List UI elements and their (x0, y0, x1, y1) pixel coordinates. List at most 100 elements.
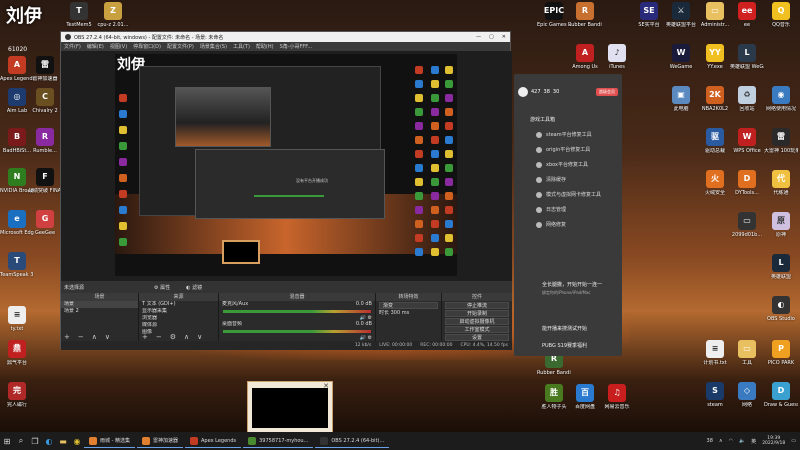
desktop-shortcut[interactable]: D DYTools... (730, 170, 764, 196)
obs-window[interactable]: OBS 27.2.4 (64-bit, windows) - 配置文件: 未命名… (60, 31, 512, 350)
toolbox-note[interactable]: 全长腿撒，开始开始一连一 绑定你的iPhone/iPad/Mac (542, 282, 602, 296)
desktop-shortcut[interactable]: A Among Us (568, 44, 602, 70)
desktop-shortcut[interactable]: 代代练通 (764, 170, 798, 196)
move-up-icon[interactable]: ∧ (92, 333, 97, 341)
toolbox-item[interactable]: xbox平台修复工具 (514, 157, 622, 172)
desktop-shortcut[interactable]: SE SE实平台 (632, 2, 666, 28)
desktop-shortcut[interactable]: F 战绩突破 FINAL BETA (28, 168, 62, 194)
desktop-shortcut[interactable]: 雷雷神加速器 (28, 56, 62, 82)
desktop-shortcut[interactable]: 百百度网盘 (568, 384, 602, 410)
desktop-shortcut[interactable]: ▣ 此电脑 (664, 86, 698, 112)
menu-item[interactable]: 场景集合(S) (200, 43, 227, 50)
menu-item[interactable]: 文件(F) (64, 43, 81, 50)
network-icon[interactable]: ◠ (729, 438, 733, 444)
menu-item[interactable]: 视图(V) (110, 43, 127, 50)
menu-item[interactable]: S角-小哥FFF... (280, 43, 313, 50)
menu-item[interactable]: 停靠窗口(D) (133, 43, 161, 50)
toolbox-promo-2[interactable]: PUBG S19赛季福利 (542, 342, 587, 349)
control-button[interactable]: 开始录制 (445, 310, 509, 317)
transition-select[interactable]: 渐变 (379, 302, 438, 309)
desktop-shortcut[interactable]: ♪ iTunes (600, 44, 634, 70)
obs-titlebar[interactable]: OBS 27.2.4 (64-bit, windows) - 配置文件: 未命名… (61, 32, 510, 42)
chevron-up-icon[interactable]: ∧ (719, 438, 723, 444)
list-item[interactable]: 媒体源 (139, 322, 218, 329)
transition-duration[interactable]: 时长 300 ms (376, 310, 441, 317)
desktop-shortcut[interactable]: Zcpu-z 2.01... (96, 2, 130, 28)
desktop-shortcut[interactable]: ⚔ 英雄联盟平台 (664, 2, 698, 28)
menu-item[interactable]: 工具(T) (233, 43, 250, 50)
desktop-shortcut[interactable]: R Rubber Bandits... (568, 2, 602, 28)
add-icon[interactable]: + (142, 333, 148, 341)
minimize-icon[interactable]: — (476, 34, 481, 40)
desktop-shortcut[interactable]: ♫ 网易云音乐 (600, 384, 634, 410)
obs-preview[interactable]: 刘伊 没有平台开播成功 (61, 51, 512, 281)
desktop-shortcut[interactable]: Ssteam (698, 382, 732, 408)
properties-button[interactable]: ⚙ 属性 (154, 284, 170, 291)
taskbar-app[interactable]: OBS 27.2.4 (64-bit)... (315, 434, 390, 448)
desktop-shortcut[interactable]: 胜胜人物子头 (537, 384, 571, 410)
folder-icon[interactable]: ▬ (56, 434, 70, 448)
menu-item[interactable]: 配置文件(P) (167, 43, 194, 50)
desktop-shortcut[interactable]: G GeeGee (28, 210, 62, 236)
desktop-shortcut[interactable]: ◐ OBS Studio (764, 296, 798, 322)
taskbar-app[interactable]: Apex Legends (185, 434, 242, 448)
desktop-shortcut[interactable]: EPIC Epic Games Launcher (537, 2, 571, 28)
list-item[interactable]: 场景 (61, 301, 138, 308)
desktop-shortcut[interactable]: L 英雄联盟 WeGame版 (730, 44, 764, 70)
windows-start-icon[interactable]: ⊞ (0, 434, 14, 448)
clock[interactable]: 19:39 2022/9/18 (762, 436, 785, 446)
edge-icon[interactable]: ◐ (42, 434, 56, 448)
move-up-icon[interactable]: ∧ (184, 333, 189, 341)
desktop-shortcut[interactable]: ▭ Administr... (698, 2, 732, 28)
toolbox-item[interactable]: steam平台修复工具 (514, 127, 622, 142)
tray-count[interactable]: 38 (707, 438, 713, 444)
desktop-shortcut[interactable]: ♻ 回收站 (730, 86, 764, 112)
menu-item[interactable]: 编辑(E) (87, 43, 104, 50)
taskbar-app[interactable]: 39758717-myhou... (243, 434, 314, 448)
move-down-icon[interactable]: ∨ (105, 333, 110, 341)
add-icon[interactable]: + (64, 333, 70, 341)
filters-button[interactable]: ◐ 滤镜 (186, 284, 202, 291)
language-indicator[interactable]: 英 (751, 438, 756, 445)
desktop-shortcut[interactable]: 2K NBA2K0L2 (698, 86, 732, 112)
gear-icon[interactable]: ⚙ (170, 333, 176, 341)
chrome-icon[interactable]: ◉ (70, 434, 84, 448)
game-toolbox-panel[interactable]: 427 38 30 超级会员 游戏工具箱 steam平台修复工具 origin平台… (514, 74, 622, 356)
task-view-icon[interactable]: ❐ (28, 434, 42, 448)
toolbox-item[interactable]: 网络修复 (514, 217, 622, 232)
desktop-shortcut[interactable]: ≡ 计划书.txt (698, 340, 732, 366)
desktop-shortcut[interactable]: 原原神 (764, 212, 798, 238)
desktop-shortcut[interactable]: Q QQ音乐 (764, 2, 798, 28)
desktop-shortcut[interactable]: T TestMem5 (62, 2, 96, 28)
desktop-shortcut[interactable]: ◇ 网络 (730, 382, 764, 408)
control-button[interactable]: 设置 (445, 334, 509, 341)
desktop-shortcut[interactable]: P PICO PARK (764, 340, 798, 366)
avatar[interactable] (518, 87, 528, 97)
volume-icon[interactable]: 🔈 (739, 438, 745, 444)
list-item[interactable]: 浏览器 (139, 315, 218, 322)
desktop-shortcut[interactable]: 完完人磁行 (0, 382, 34, 408)
remove-icon[interactable]: − (78, 333, 84, 341)
desktop-shortcut[interactable]: W WeGame (664, 44, 698, 70)
control-button[interactable]: 停止推流 (445, 302, 509, 309)
desktop-shortcut[interactable]: YY YY.exe (698, 44, 732, 70)
desktop-shortcut[interactable]: T TeamSpeak 3 Client (0, 252, 34, 278)
desktop-shortcut[interactable]: ◉ 网络使用情况 (764, 86, 798, 112)
desktop-shortcut[interactable]: C Chivalry 2 (28, 88, 62, 114)
search-icon[interactable]: ⌕ (14, 434, 28, 448)
vip-badge[interactable]: 超级会员 (596, 88, 618, 96)
desktop-shortcut[interactable]: R Rumble... (28, 128, 62, 154)
list-item[interactable]: 显示器采集 (139, 308, 218, 315)
taskbar-app[interactable]: 雨城 - 精选集 (84, 434, 135, 448)
move-down-icon[interactable]: ∨ (197, 333, 202, 341)
control-button[interactable]: 工作室模式 (445, 326, 509, 333)
maximize-icon[interactable]: ▢ (489, 34, 494, 40)
toolbox-item[interactable]: 清除缓存 (514, 172, 622, 187)
close-icon[interactable]: ✕ (502, 34, 506, 40)
desktop-shortcut[interactable]: L 英雄联盟 (764, 254, 798, 280)
remove-icon[interactable]: − (156, 333, 162, 341)
toolbox-item[interactable]: 模式与虚拟网卡修复工具 (514, 187, 622, 202)
notification-icon[interactable]: ▭ (791, 438, 796, 444)
desktop-shortcut[interactable]: 火火绒安全 (698, 170, 732, 196)
desktop-shortcut[interactable]: W WPS Office (730, 128, 764, 154)
